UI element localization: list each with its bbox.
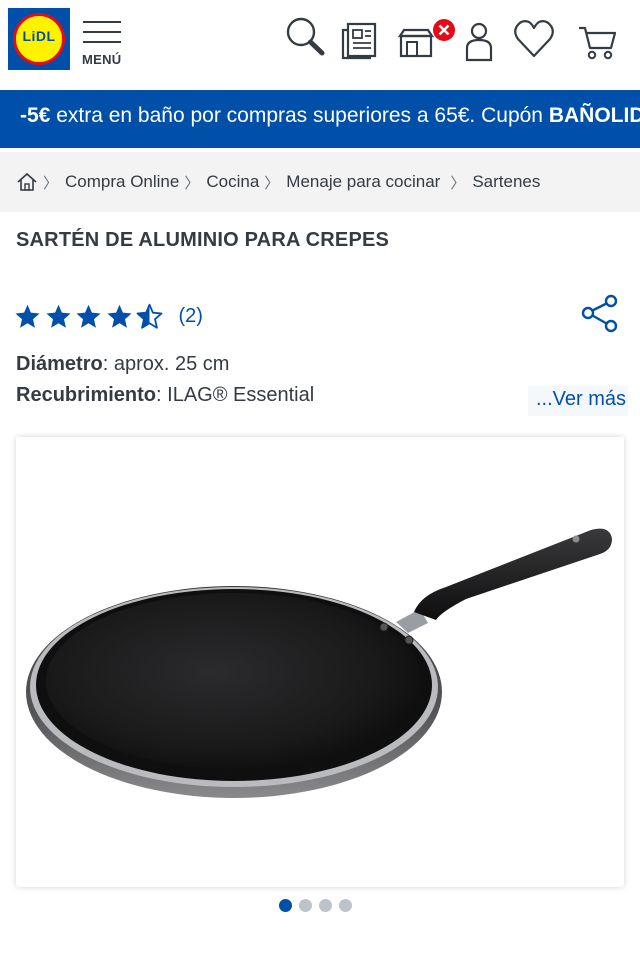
carousel-dots <box>279 899 359 912</box>
spec-diameter: Diámetro: aprox. 25 cm <box>16 353 229 376</box>
star-full-icon <box>15 304 40 328</box>
carousel-dot-2[interactable] <box>299 899 312 912</box>
chevron-right-icon: 〉 <box>184 174 200 192</box>
spec-label: Diámetro <box>16 353 103 375</box>
chevron-right-icon: 〉 <box>43 174 59 192</box>
spec-coating: Recubrimiento: ILAG® Essential <box>16 384 314 407</box>
menu-bar-icon <box>83 21 121 23</box>
crepe-pan-image <box>26 528 612 798</box>
store-icon[interactable] <box>396 14 460 62</box>
rating-count[interactable]: (2) <box>179 305 203 328</box>
breadcrumb-item-cocina[interactable]: Cocina <box>206 172 259 192</box>
menu-label: MENÚ <box>82 52 122 67</box>
spec-label: Recubrimiento <box>16 384 157 406</box>
carousel-dot-4[interactable] <box>339 899 352 912</box>
search-icon[interactable] <box>282 14 326 62</box>
product-image-card[interactable] <box>16 437 624 887</box>
carousel-dot-1[interactable] <box>279 899 292 912</box>
menu-bar-icon <box>83 31 121 33</box>
star-half-icon <box>136 303 163 329</box>
spec-value: : aprox. 25 cm <box>102 353 230 375</box>
brochure-icon[interactable] <box>338 14 382 62</box>
breadcrumb-item-compra-online[interactable]: Compra Online <box>65 172 179 192</box>
spec-value: : ILAG® Essential <box>156 384 315 406</box>
breadcrumb: 〉 Compra Online 〉 Cocina 〉 Menaje para c… <box>0 152 640 212</box>
chevron-right-icon: 〉 <box>450 174 466 192</box>
site-header: LiDL MENÚ <box>0 0 640 90</box>
star-full-icon <box>106 304 132 328</box>
carousel-dot-3[interactable] <box>319 899 332 912</box>
star-full-icon <box>76 304 101 328</box>
menu-bar-icon <box>83 41 121 43</box>
promo-amount: -5€ <box>20 104 51 127</box>
ver-mas-link[interactable]: ...Ver más <box>528 386 628 416</box>
favorites-icon[interactable] <box>512 14 556 62</box>
breadcrumb-item-sartenes[interactable]: Sartenes <box>472 172 540 192</box>
star-full-icon <box>45 304 71 328</box>
home-icon[interactable] <box>16 171 38 193</box>
promo-banner[interactable]: -5€ extra en baño por compras superiores… <box>0 90 640 148</box>
promo-text: -5€ extra en baño por compras superiores… <box>20 104 640 128</box>
promo-code: BAÑOLIDL <box>548 104 640 127</box>
product-rating[interactable]: (2) <box>14 303 203 330</box>
product-title: SARTÉN DE ALUMINIO PARA CREPES <box>16 229 390 251</box>
lidl-logo[interactable]: LiDL <box>8 8 70 70</box>
breadcrumb-item-menaje[interactable]: Menaje para cocinar <box>286 172 440 192</box>
promo-message: extra en baño por compras superiores a 6… <box>50 104 549 127</box>
logo-text: LiDL <box>22 28 56 44</box>
cart-icon[interactable] <box>576 14 620 62</box>
account-icon[interactable] <box>457 14 501 62</box>
chevron-right-icon: 〉 <box>264 174 280 192</box>
share-icon[interactable] <box>579 293 621 335</box>
